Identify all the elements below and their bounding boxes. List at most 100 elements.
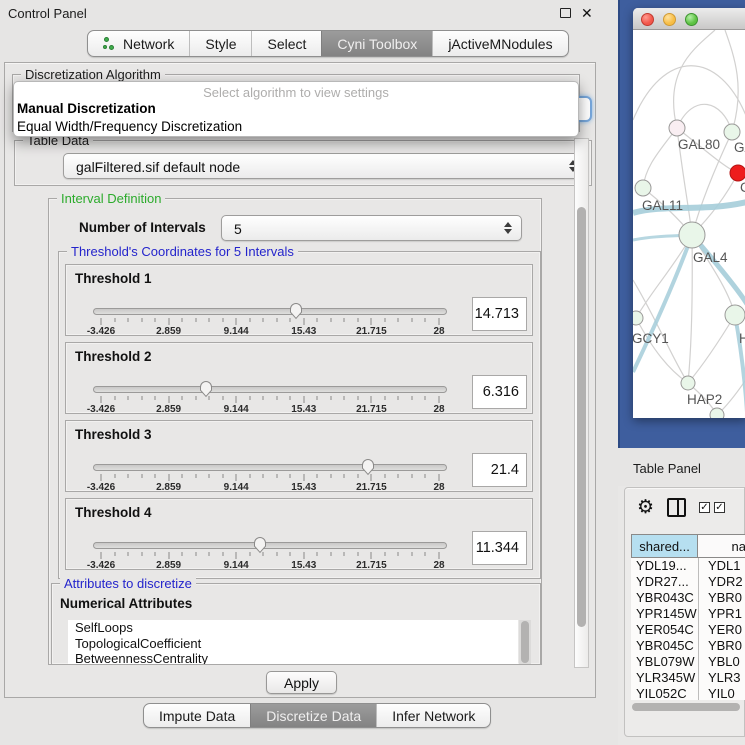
table-data-group: Table Data galFiltered.sif default node [14,140,592,186]
tick-label: -3.426 [87,404,115,415]
combo-stepper-icon [503,221,512,235]
node-label: H [739,331,745,346]
tab-style[interactable]: Style [189,31,251,56]
tick-label: 9.144 [224,326,249,337]
table-toolbar: ⚙ ✓ ✓ [625,494,745,526]
mac-minimize-icon[interactable] [663,13,676,26]
threshold-1-slider[interactable] [93,308,447,315]
tab-impute-data[interactable]: Impute Data [144,704,250,727]
attributes-list-scrollbar[interactable] [519,620,531,664]
checkbox-icon[interactable]: ✓ [714,502,725,513]
checkbox-icon[interactable]: ✓ [699,502,710,513]
algorithm-dropdown: Select algorithm to view settings Manual… [13,81,579,137]
tick-label: 21.715 [356,326,387,337]
control-panel-titlebar: Control Panel ✕ [0,0,618,26]
tick-label: 15.43 [291,560,316,571]
network-canvas[interactable]: GAL80GAGAL11CGAL4GCY1HHAP2 [633,30,745,418]
mac-close-icon[interactable] [641,13,654,26]
table-row[interactable]: YBR045CYBR0 [631,638,745,654]
tab-cyni-toolbox[interactable]: Cyni Toolbox [321,31,432,56]
tab-network[interactable]: Network [88,31,189,56]
network-node[interactable] [633,311,643,325]
gear-icon[interactable]: ⚙ [637,496,654,519]
top-tab-bar: Network Style Select Cyni Toolbox jActiv… [87,30,569,57]
tick-label: 2.859 [156,482,181,493]
attribute-list-item[interactable]: BetweennessCentrality [68,651,518,664]
tick-label: -3.426 [87,482,115,493]
numerical-attributes-label: Numerical Attributes [60,596,192,611]
table-data-combo[interactable]: galFiltered.sif default node [63,153,587,179]
column-header-shared[interactable]: shared... [631,534,698,558]
network-window[interactable]: GAL80GAGAL11CGAL4GCY1HHAP2 [633,8,745,418]
threshold-1-label: Threshold 1 [75,271,152,286]
network-node[interactable] [710,408,724,418]
table-panel-body: ⚙ ✓ ✓ shared... na YDL19...YDL1YDR27...Y… [624,487,745,737]
num-intervals-combo[interactable]: 5 [221,215,522,241]
table-row[interactable]: YDL19...YDL1 [631,558,745,574]
num-intervals-label: Number of Intervals [79,220,206,235]
threshold-4-value[interactable]: 11.344 [472,531,527,565]
network-icon [103,36,117,51]
numerical-attributes-list[interactable]: SelfLoopsTopologicalCoefficientBetweenne… [68,620,518,664]
threshold-4-panel: Threshold 4 -3.4262.8599.14415.4321.7152… [65,498,533,570]
threshold-4-slider[interactable] [93,542,447,549]
dropdown-option-equal-width[interactable]: Equal Width/Frequency Discretization [17,119,242,134]
table-horizontal-scrollbar[interactable] [631,702,743,712]
desktop-background: GAL80GAGAL11CGAL4GCY1HHAP2 [618,0,745,448]
screen: Control Panel ✕ Network Style Select Cyn… [0,0,745,745]
tick-label: 9.144 [224,482,249,493]
column-header-name[interactable]: na [698,534,745,558]
table-row[interactable]: YPR145WYPR1 [631,606,745,622]
tab-infer-network[interactable]: Infer Network [376,704,490,727]
threshold-1-value[interactable]: 14.713 [472,297,527,331]
node-label: GA [734,140,745,155]
tab-select[interactable]: Select [251,31,321,56]
mac-zoom-icon[interactable] [685,13,698,26]
algorithm-group-label: Discretization Algorithm [21,67,165,82]
network-node[interactable] [730,165,745,181]
table-row[interactable]: YER054CYER0 [631,622,745,638]
panel-vertical-scrollbar[interactable] [574,138,589,668]
tab-discretize-data[interactable]: Discretize Data [250,704,376,727]
network-window-titlebar [633,8,745,30]
tab-jactivemnodules[interactable]: jActiveMNodules [432,31,567,56]
table-row[interactable]: YIL052CYIL0 [631,686,745,700]
dropdown-option-manual[interactable]: Manual Discretization [17,101,156,116]
network-node[interactable] [669,120,685,136]
threshold-3-value[interactable]: 21.4 [472,453,527,487]
tick-label: 21.715 [356,404,387,415]
network-node[interactable] [635,180,651,196]
network-node[interactable] [725,305,745,325]
close-icon[interactable]: ✕ [581,5,593,22]
network-node[interactable] [679,222,705,248]
table-panel-titlebar: Table Panel [618,448,745,486]
tick-label: 2.859 [156,404,181,415]
float-window-icon[interactable] [560,8,571,18]
table-row[interactable]: YDR27...YDR2 [631,574,745,590]
tick-label: 9.144 [224,560,249,571]
attribute-list-item[interactable]: SelfLoops [68,620,518,636]
interval-definition-label: Interval Definition [57,191,165,206]
num-intervals-value: 5 [234,221,242,237]
network-node[interactable] [681,376,695,390]
tick-label: -3.426 [87,560,115,571]
table-row[interactable]: YLR345WYLR3 [631,670,745,686]
split-view-icon[interactable] [667,498,686,517]
table-header-row: shared... na [631,534,745,558]
table-row[interactable]: YBL079WYBL0 [631,654,745,670]
table-row[interactable]: YBR043CYBR0 [631,590,745,606]
node-label: HAP2 [687,392,722,407]
tick-label: 2.859 [156,560,181,571]
tick-label: 15.43 [291,404,316,415]
network-node[interactable] [724,124,740,140]
algorithm-hint: Select algorithm to view settings [14,85,578,100]
threshold-3-label: Threshold 3 [75,427,152,442]
apply-button[interactable]: Apply [266,671,337,694]
threshold-2-slider[interactable] [93,386,447,393]
attribute-list-item[interactable]: TopologicalCoefficient [68,636,518,652]
table-panel-title: Table Panel [633,461,701,476]
panel-title: Control Panel [8,6,87,21]
table-data-combo-value: galFiltered.sif default node [76,159,240,175]
threshold-2-value[interactable]: 6.316 [472,375,527,409]
threshold-3-slider[interactable] [93,464,447,471]
